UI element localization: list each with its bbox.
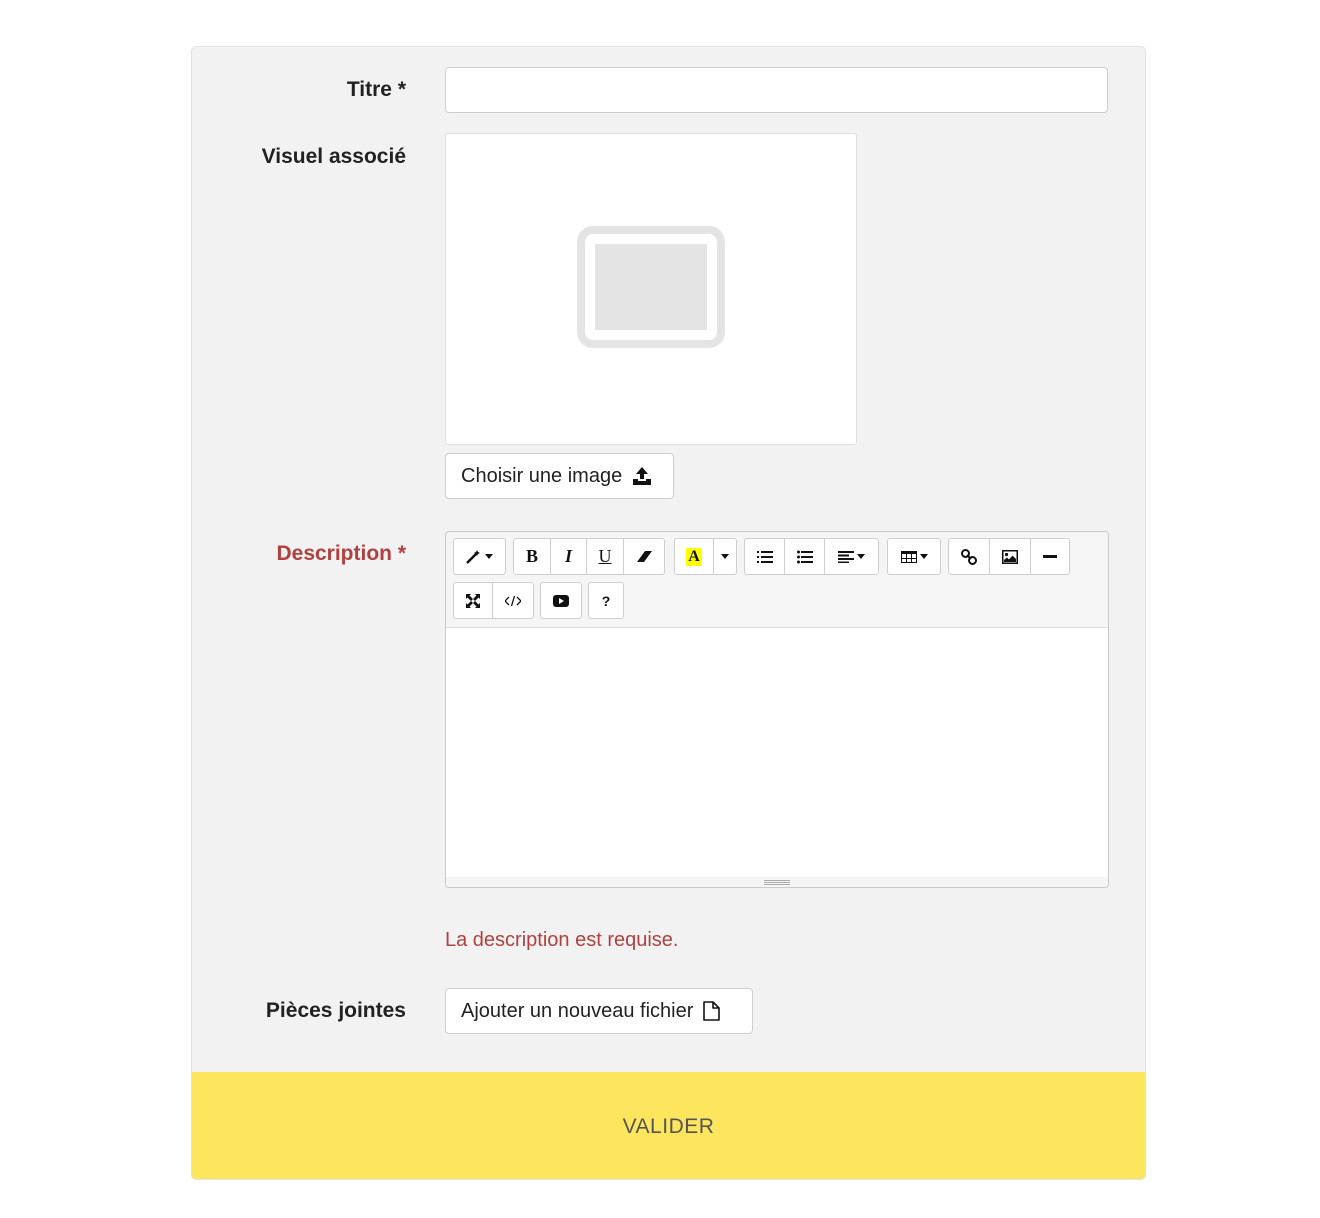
attachments-label: Pièces jointes <box>265 999 406 1022</box>
paragraph-align-button[interactable] <box>824 538 879 575</box>
magic-wand-icon <box>466 549 480 564</box>
editor-resize-handle[interactable] <box>446 877 1108 887</box>
bold-button[interactable]: B <box>513 538 551 575</box>
underline-button[interactable]: U <box>586 538 624 575</box>
insert-group <box>948 538 1070 575</box>
eraser-icon <box>637 550 652 562</box>
horizontal-rule-button[interactable] <box>1030 538 1070 575</box>
image-placeholder-icon <box>577 226 725 348</box>
fullscreen-button[interactable] <box>453 582 493 619</box>
video-button[interactable] <box>540 582 582 619</box>
horizontal-rule-icon <box>1043 554 1057 558</box>
description-label: Description * <box>276 542 406 565</box>
para-group <box>744 538 879 575</box>
unordered-list-icon <box>796 550 813 563</box>
style-dropdown-button[interactable] <box>453 538 506 575</box>
rich-text-editor: B I U A ? <box>445 531 1109 888</box>
link-button[interactable] <box>948 538 990 575</box>
add-file-label: Ajouter un nouveau fichier <box>461 999 694 1022</box>
help-button[interactable]: ? <box>588 582 624 619</box>
choose-image-button[interactable]: Choisir une image <box>445 453 674 499</box>
choose-image-label: Choisir une image <box>461 464 623 487</box>
align-left-icon <box>838 550 854 563</box>
add-file-button[interactable]: Ajouter un nouveau fichier <box>445 988 753 1034</box>
font-group: B I U <box>513 538 665 575</box>
chevron-down-icon <box>485 554 493 559</box>
description-error-message: La description est requise. <box>445 929 679 951</box>
file-icon <box>703 1001 721 1021</box>
editor-content-area[interactable] <box>446 628 1108 878</box>
title-label: Titre * <box>346 78 406 101</box>
form-panel: Titre * Visuel associé Choisir une image… <box>191 46 1146 1180</box>
fullscreen-icon <box>466 593 480 608</box>
style-group <box>453 538 506 575</box>
help-group: ? <box>588 582 624 619</box>
text-color-icon: A <box>686 547 702 566</box>
youtube-icon <box>553 594 569 607</box>
video-group <box>540 582 582 619</box>
picture-icon <box>1002 549 1018 564</box>
color-dropdown-button[interactable] <box>713 538 737 575</box>
chevron-down-icon <box>721 554 729 559</box>
codeview-button[interactable] <box>492 582 534 619</box>
visual-label: Visuel associé <box>261 145 406 168</box>
table-button[interactable] <box>887 538 941 575</box>
table-icon <box>900 550 917 563</box>
code-icon <box>505 595 521 606</box>
chevron-down-icon <box>919 554 928 559</box>
submit-button[interactable]: VALIDER <box>192 1072 1145 1179</box>
italic-button[interactable]: I <box>550 538 587 575</box>
highlight-color-button[interactable]: A <box>674 538 714 575</box>
table-group <box>887 538 941 575</box>
image-preview <box>445 133 857 445</box>
title-input[interactable] <box>445 67 1108 113</box>
ordered-list-button[interactable] <box>744 538 785 575</box>
grip-icon <box>764 880 790 885</box>
ordered-list-icon <box>756 550 773 563</box>
eraser-button[interactable] <box>623 538 665 575</box>
editor-toolbar: B I U A ? <box>446 532 1108 628</box>
upload-icon <box>633 467 652 485</box>
link-icon <box>961 548 977 565</box>
color-group: A <box>674 538 737 575</box>
view-group <box>453 582 534 619</box>
chevron-down-icon <box>857 554 865 559</box>
picture-button[interactable] <box>989 538 1031 575</box>
unordered-list-button[interactable] <box>784 538 825 575</box>
